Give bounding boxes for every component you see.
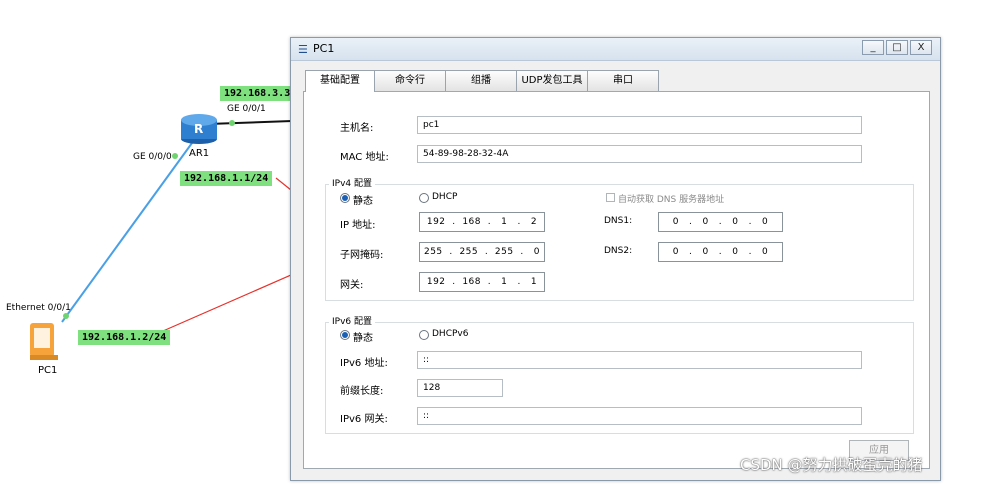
tab-serial[interactable]: 串口 xyxy=(587,70,659,91)
ipv6-gateway-label: IPv6 网关: xyxy=(340,414,388,425)
link-router-up xyxy=(207,120,293,125)
ipv6-static-radio[interactable] xyxy=(340,330,350,340)
port-label-ge000: GE 0/0/0 xyxy=(133,152,172,162)
maximize-button[interactable]: □ xyxy=(886,40,908,55)
tab-udp-tool[interactable]: UDP发包工具 xyxy=(516,70,588,91)
dns1-input[interactable]: 0 . 0 . 0 . 0 xyxy=(658,212,783,232)
mac-label: MAC 地址: xyxy=(340,152,389,163)
port-label-eth001: Ethernet 0/0/1 xyxy=(6,303,71,313)
pc-name: PC1 xyxy=(38,365,58,376)
basic-config-panel: 主机名: pc1 MAC 地址: 54-89-98-28-32-4A IPv4 … xyxy=(303,91,930,469)
hostname-label: 主机名: xyxy=(340,123,374,134)
port-dot-ge000 xyxy=(172,153,178,159)
window-title: PC1 xyxy=(313,42,335,55)
pc-icon[interactable] xyxy=(30,323,58,360)
ipv4-static-radio[interactable] xyxy=(340,193,350,203)
pc-config-window: ☰ PC1 _ □ X 基础配置 命令行 组播 UDP发包工具 串口 主机名: … xyxy=(290,37,941,481)
ipv6-dhcp-label: DHCPv6 xyxy=(432,329,469,339)
ipv6-gateway-input[interactable]: :: xyxy=(417,407,862,425)
port-label-ge001: GE 0/0/1 xyxy=(227,104,266,114)
tab-bar: 基础配置 命令行 组播 UDP发包工具 串口 xyxy=(305,70,659,92)
window-titlebar[interactable]: ☰ PC1 _ □ X xyxy=(291,38,940,61)
mac-input[interactable]: 54-89-98-28-32-4A xyxy=(417,145,862,163)
auto-dns-checkbox[interactable] xyxy=(606,193,615,202)
port-dot-ge001 xyxy=(229,120,235,126)
dns2-label: DNS2: xyxy=(604,246,633,256)
link-router-pc xyxy=(61,131,201,323)
ip-label-router: 192.168.1.1/24 xyxy=(180,171,273,186)
ipv6-address-input[interactable]: :: xyxy=(417,351,862,369)
window-app-icon: ☰ xyxy=(298,43,308,56)
ipv4-dhcp-radio[interactable] xyxy=(419,193,429,203)
subnet-mask-label: 子网掩码: xyxy=(340,250,384,261)
subnet-mask-input[interactable]: 255 . 255 . 255 . 0 xyxy=(419,242,545,262)
gateway-input[interactable]: 192 . 168 . 1 . 1 xyxy=(419,272,545,292)
port-dot-eth001 xyxy=(63,313,69,319)
router-name: AR1 xyxy=(189,148,210,159)
prefix-length-input[interactable]: 128 xyxy=(417,379,503,397)
ipv6-group-title: IPv6 配置 xyxy=(329,314,375,327)
tab-basic-config[interactable]: 基础配置 xyxy=(305,70,375,92)
dns2-input[interactable]: 0 . 0 . 0 . 0 xyxy=(658,242,783,262)
ip-label-pc: 192.168.1.2/24 xyxy=(78,330,171,345)
ipv4-dhcp-label: DHCP xyxy=(432,192,458,202)
ip-address-label: IP 地址: xyxy=(340,220,376,231)
prefix-length-label: 前缀长度: xyxy=(340,386,384,397)
gateway-label: 网关: xyxy=(340,280,364,291)
close-button[interactable]: X xyxy=(910,40,932,55)
auto-dns-label: 自动获取 DNS 服务器地址 xyxy=(618,195,725,205)
ip-label-top: 192.168.3.3 xyxy=(220,86,295,101)
minimize-button[interactable]: _ xyxy=(862,40,884,55)
ipv4-group-title: IPv4 配置 xyxy=(329,176,375,189)
hostname-input[interactable]: pc1 xyxy=(417,116,862,134)
ipv4-static-label: 静态 xyxy=(353,196,373,207)
router-badge: R xyxy=(194,122,204,136)
ipv6-address-label: IPv6 地址: xyxy=(340,358,388,369)
tab-command-line[interactable]: 命令行 xyxy=(374,70,446,91)
watermark: CSDN @努力拱破蛋壳的猪 xyxy=(740,456,923,474)
tab-multicast[interactable]: 组播 xyxy=(445,70,517,91)
ipv6-dhcp-radio[interactable] xyxy=(419,330,429,340)
ip-address-input[interactable]: 192 . 168 . 1 . 2 xyxy=(419,212,545,232)
dns1-label: DNS1: xyxy=(604,216,633,226)
ipv6-static-label: 静态 xyxy=(353,333,373,344)
